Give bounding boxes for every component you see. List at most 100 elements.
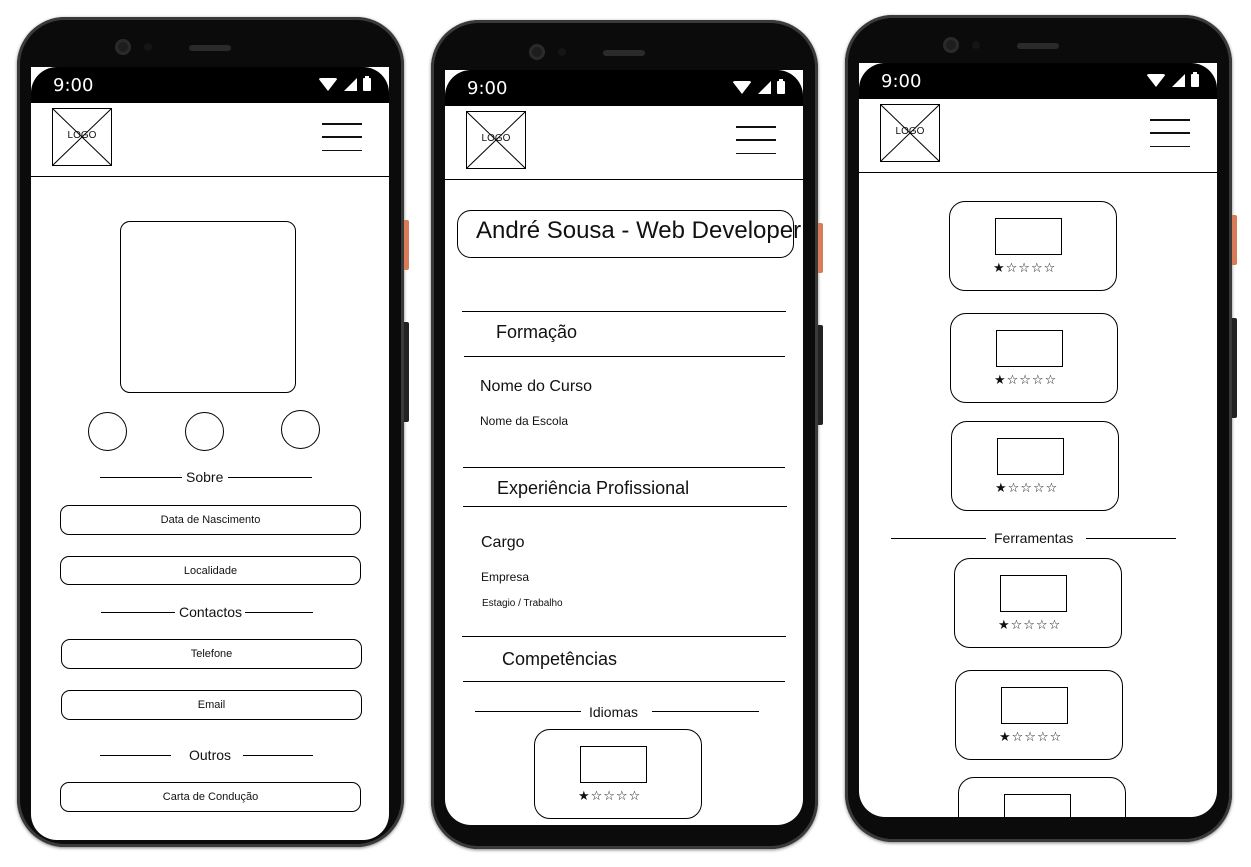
proximity-sensor <box>144 43 152 51</box>
divider-line <box>100 755 171 756</box>
email-field[interactable]: Email <box>61 690 362 720</box>
screen-skills: 9:00 LOGO ★☆☆☆☆ ★☆☆☆☆ ★☆☆☆☆ Ferramentas … <box>859 63 1217 817</box>
front-camera <box>529 44 545 60</box>
volume-button <box>1232 318 1237 418</box>
phone-field[interactable]: Telefone <box>61 639 362 669</box>
section-title-skills: Competências <box>502 649 618 669</box>
earpiece-speaker <box>1017 43 1059 49</box>
section-title-others: Outros <box>189 747 232 763</box>
front-camera <box>115 39 131 55</box>
subsection-title-languages: Idiomas <box>589 704 639 720</box>
skill-image-placeholder <box>1001 687 1068 724</box>
divider-line <box>462 636 786 637</box>
star-rating-icon: ★☆☆☆☆ <box>999 730 1063 745</box>
section-title-about: Sobre <box>186 469 224 485</box>
battery-icon <box>363 76 371 91</box>
driving-license-field[interactable]: Carta de Condução <box>60 782 361 812</box>
wifi-icon <box>318 78 338 91</box>
divider-line <box>228 477 312 478</box>
battery-icon <box>1191 72 1199 87</box>
divider-line <box>891 538 986 539</box>
signal-icon <box>344 78 357 91</box>
status-time: 9:00 <box>467 78 508 99</box>
profile-photo-placeholder <box>120 221 296 393</box>
section-title-contacts: Contactos <box>179 604 243 620</box>
power-button <box>404 220 409 270</box>
skill-image-placeholder <box>997 438 1064 475</box>
logo-placeholder[interactable]: LOGO <box>52 108 112 166</box>
divider-line <box>462 311 786 312</box>
tool-skill-card: ★☆☆☆☆ <box>958 777 1126 817</box>
skill-image-placeholder <box>995 218 1062 255</box>
social-link-circle-3[interactable] <box>281 410 320 449</box>
divider-line <box>464 356 785 357</box>
star-rating-icon: ★☆☆☆☆ <box>998 618 1062 633</box>
star-rating-icon: ★☆☆☆☆ <box>993 261 1057 276</box>
front-camera <box>943 37 959 53</box>
divider-line <box>475 711 581 712</box>
divider-line <box>101 612 175 613</box>
divider-line <box>463 467 785 468</box>
status-time: 9:00 <box>53 75 94 96</box>
proximity-sensor <box>558 48 566 56</box>
skill-image-placeholder <box>580 746 647 783</box>
job-role: Cargo <box>481 534 525 551</box>
screen-profile: 9:00 LOGO Sobre Data de Nascimento Local… <box>31 67 389 840</box>
wifi-icon <box>732 81 752 94</box>
skill-image-placeholder <box>996 330 1063 367</box>
phone-frame-profile: 9:00 LOGO Sobre Data de Nascimento Local… <box>17 17 409 847</box>
divider-line <box>100 477 182 478</box>
divider-line <box>463 681 785 682</box>
hamburger-menu-icon[interactable] <box>322 123 362 151</box>
language-skill-card: ★☆☆☆☆ <box>949 201 1117 291</box>
skill-image-placeholder <box>1000 575 1067 612</box>
battery-icon <box>777 79 785 94</box>
signal-icon <box>1172 74 1185 87</box>
status-time: 9:00 <box>881 71 922 92</box>
divider-line <box>245 612 313 613</box>
logo-placeholder[interactable]: LOGO <box>880 104 940 162</box>
language-skill-card: ★☆☆☆☆ <box>950 313 1118 403</box>
star-rating-icon: ★☆☆☆☆ <box>995 481 1059 496</box>
status-icons <box>1146 72 1199 87</box>
power-button <box>1232 215 1237 265</box>
location-field[interactable]: Localidade <box>60 556 361 585</box>
screen-cv: 9:00 LOGO André Sousa - Web Developer Fo… <box>445 70 803 825</box>
app-header: LOGO <box>859 99 1217 173</box>
divider-line <box>463 506 787 507</box>
status-icons <box>318 76 371 91</box>
status-bar: 9:00 <box>859 63 1217 99</box>
cv-title: André Sousa - Web Developer <box>476 217 802 244</box>
social-link-circle-2[interactable] <box>185 412 224 451</box>
app-header: LOGO <box>445 106 803 180</box>
divider-line <box>1086 538 1176 539</box>
volume-button <box>818 325 823 425</box>
star-rating-icon: ★☆☆☆☆ <box>578 789 642 804</box>
status-bar: 9:00 <box>31 67 389 103</box>
divider-line <box>652 711 759 712</box>
power-button <box>818 223 823 273</box>
divider-line <box>243 755 313 756</box>
earpiece-speaker <box>189 45 231 51</box>
language-skill-card: ★☆☆☆☆ <box>534 729 702 819</box>
logo-label: LOGO <box>481 133 511 144</box>
earpiece-speaker <box>603 50 645 56</box>
status-bar: 9:00 <box>445 70 803 106</box>
hamburger-menu-icon[interactable] <box>1150 119 1190 147</box>
birth-date-field[interactable]: Data de Nascimento <box>60 505 361 535</box>
section-title-experience: Experiência Profissional <box>497 478 690 498</box>
status-icons <box>732 79 785 94</box>
phone-frame-cv: 9:00 LOGO André Sousa - Web Developer Fo… <box>431 20 823 849</box>
job-type: Estagio / Trabalho <box>482 598 563 609</box>
logo-placeholder[interactable]: LOGO <box>466 111 526 169</box>
social-link-circle-1[interactable] <box>88 412 127 451</box>
hamburger-menu-icon[interactable] <box>736 126 776 154</box>
skill-image-placeholder <box>1004 794 1071 817</box>
section-title-education: Formação <box>496 322 578 342</box>
company-name: Empresa <box>481 570 530 584</box>
course-name: Nome do Curso <box>480 378 593 395</box>
signal-icon <box>758 81 771 94</box>
phone-frame-skills: 9:00 LOGO ★☆☆☆☆ ★☆☆☆☆ ★☆☆☆☆ Ferramentas … <box>845 15 1237 842</box>
app-header: LOGO <box>31 103 389 177</box>
school-name: Nome da Escola <box>480 414 569 428</box>
